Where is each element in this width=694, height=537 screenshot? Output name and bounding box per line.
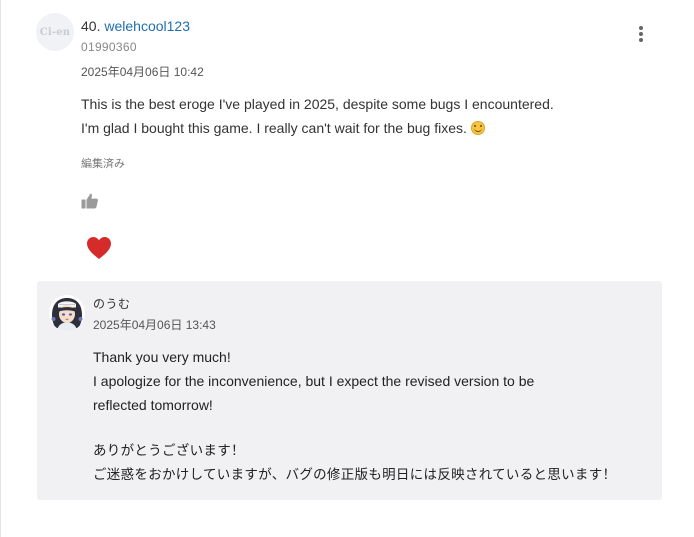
creator-reply: のうむ 2025年04月06日 13:43 Thank you very muc… bbox=[37, 281, 662, 500]
comment-rank: 40. bbox=[81, 18, 101, 34]
heart-svg bbox=[87, 237, 111, 259]
comment-body: This is the best eroge I've played in 20… bbox=[81, 92, 641, 140]
comment-line: This is the best eroge I've played in 20… bbox=[81, 96, 554, 112]
character-portrait-svg bbox=[49, 295, 85, 331]
reply-line: Thank you very much! bbox=[93, 349, 231, 365]
reply-line-japanese: ご迷惑をおかけしていますが、バグの修正版も明日には反映されていると思います！ bbox=[93, 467, 617, 483]
reply-timestamp: 2025年04月06日 13:43 bbox=[93, 318, 216, 332]
more-options-icon[interactable] bbox=[632, 23, 650, 45]
kebab-dot bbox=[639, 38, 643, 42]
avatar-placeholder-text: Ci-en bbox=[39, 26, 71, 38]
reply-author-avatar[interactable] bbox=[49, 295, 85, 331]
comment-timestamp: 2025年04月06日 10:42 bbox=[81, 65, 204, 79]
commenter-avatar[interactable]: Ci-en bbox=[36, 13, 74, 51]
comment-line-with-emoji: I'm glad I bought this game. I really ca… bbox=[81, 116, 641, 140]
commenter-user-id: 01990360 bbox=[81, 40, 137, 54]
commenter-username-link[interactable]: welehcool123 bbox=[104, 18, 190, 34]
kebab-dot bbox=[639, 32, 643, 36]
reply-author-name[interactable]: のうむ bbox=[93, 295, 131, 312]
comment-line: I'm glad I bought this game. I really ca… bbox=[81, 120, 467, 136]
reply-line-japanese: ありがとうございます！ bbox=[93, 443, 245, 459]
kebab-dot bbox=[639, 26, 643, 30]
reply-body: Thank you very much! I apologize for the… bbox=[93, 345, 653, 487]
reply-line: I apologize for the inconvenience, but I… bbox=[93, 373, 535, 389]
reply-line: reflected tomorrow! bbox=[93, 397, 213, 413]
comment-card: Ci-en 40. welehcool123 01990360 2025年04月… bbox=[0, 0, 694, 537]
thumbs-up-icon[interactable] bbox=[80, 191, 100, 211]
thumbs-up-svg bbox=[81, 193, 98, 209]
heart-reaction-icon[interactable] bbox=[85, 235, 113, 261]
comment-header: 40. welehcool123 bbox=[81, 17, 190, 35]
edited-label: 編集済み bbox=[81, 158, 125, 170]
smiling-face-icon bbox=[470, 121, 485, 135]
